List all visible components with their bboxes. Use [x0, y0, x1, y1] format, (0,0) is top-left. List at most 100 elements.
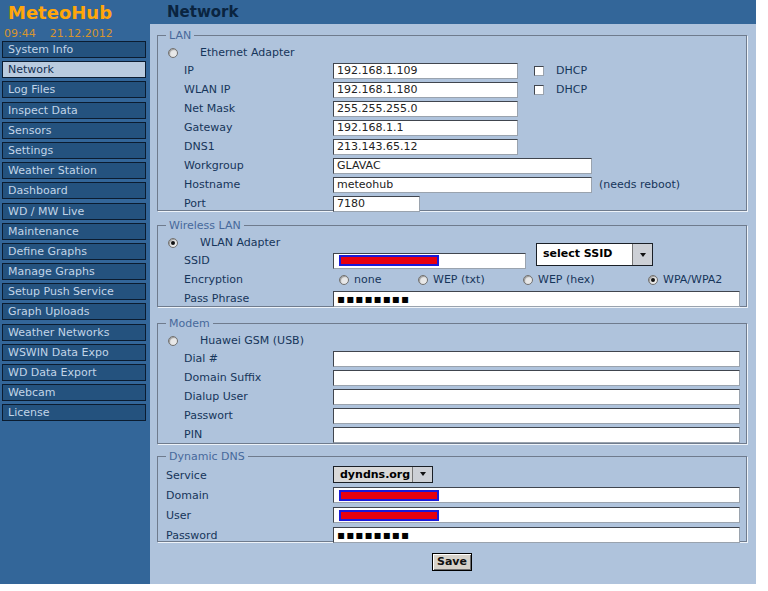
encryption-wep-hex-radio[interactable]	[523, 275, 533, 285]
hostname-note: (needs reboot)	[599, 178, 680, 191]
service-row: Service dyndns.org	[166, 465, 738, 485]
page-header: Network	[150, 0, 756, 24]
dns1-row: DNS1 213.143.65.12	[166, 137, 738, 156]
workgroup-input[interactable]: GLAVAC	[333, 158, 592, 174]
encryption-option-wep-txt[interactable]: WEP (txt)	[418, 273, 523, 286]
encryption-row: Encryption none WEP (txt) WEP (hex)	[166, 270, 738, 289]
dial-row: Dial #	[166, 349, 738, 368]
ssid-row: SSID select SSID	[166, 251, 738, 270]
ip-dhcp-label: DHCP	[556, 64, 587, 77]
encryption-options: none WEP (txt) WEP (hex) WPA/WPA2	[333, 273, 722, 286]
dyn-user-label: User	[166, 509, 333, 522]
sidebar-item-webcam[interactable]: Webcam	[2, 384, 146, 401]
dialup-user-input[interactable]	[333, 389, 740, 405]
ssid-select-button[interactable]	[632, 244, 652, 265]
netmask-input[interactable]: 255.255.255.0	[333, 101, 518, 117]
dyn-password-input[interactable]: ▪▪▪▪▪▪▪▪	[333, 527, 740, 543]
sidebar-item-network[interactable]: Network	[2, 61, 146, 78]
encryption-label: Encryption	[184, 273, 333, 286]
modem-adapter-row: Huawei GSM (USB)	[166, 332, 738, 349]
ethernet-adapter-radio[interactable]	[168, 48, 178, 58]
gateway-input[interactable]: 192.168.1.1	[333, 120, 518, 136]
ip-input[interactable]: 192.168.1.109	[333, 63, 518, 79]
port-row: Port 7180	[166, 194, 738, 213]
dns1-input[interactable]: 213.143.65.12	[333, 139, 518, 155]
dialup-user-row: Dialup User	[166, 387, 738, 406]
dyn-domain-input[interactable]	[333, 487, 740, 503]
sidebar-item-settings[interactable]: Settings	[2, 142, 146, 159]
domain-suffix-input[interactable]	[333, 370, 740, 386]
encryption-wep-txt-radio[interactable]	[418, 275, 428, 285]
port-input[interactable]: 7180	[333, 196, 420, 212]
sidebar-item-maintenance[interactable]: Maintenance	[2, 223, 146, 240]
dial-label: Dial #	[184, 352, 333, 365]
sidebar-item-sensors[interactable]: Sensors	[2, 122, 146, 139]
ip-dhcp-checkbox[interactable]	[534, 66, 544, 76]
dyn-password-label: Password	[166, 529, 333, 542]
wireless-lan-group: Wireless LAN WLAN Adapter SSID select SS…	[157, 225, 747, 307]
encryption-option-wpa[interactable]: WPA/WPA2	[648, 273, 722, 286]
sidebar-menu: System Info Network Log Files Inspect Data S…	[0, 41, 150, 421]
dyn-user-input[interactable]	[333, 507, 740, 523]
netmask-label: Net Mask	[184, 102, 333, 115]
sidebar-item-wd-mw-live[interactable]: WD / MW Live	[2, 203, 146, 220]
dyn-domain-highlighted-value	[339, 490, 439, 501]
chevron-down-icon	[420, 472, 426, 476]
dialup-user-label: Dialup User	[184, 390, 333, 403]
dial-input[interactable]	[333, 351, 740, 367]
dyn-user-row: User	[166, 505, 738, 525]
sidebar-item-weather-networks[interactable]: Weather Networks	[2, 324, 146, 341]
sidebar-item-dashboard[interactable]: Dashboard	[2, 182, 146, 199]
clock-date: 21.12.2012	[50, 27, 113, 40]
sidebar-item-system-info[interactable]: System Info	[2, 41, 146, 58]
encryption-none-label: none	[354, 273, 381, 286]
sidebar-item-setup-push-service[interactable]: Setup Push Service	[2, 283, 146, 300]
wlan-ip-dhcp-checkbox[interactable]	[534, 85, 544, 95]
sidebar-item-wd-data-export[interactable]: WD Data Export	[2, 364, 146, 381]
dns1-label: DNS1	[184, 140, 333, 153]
wlan-adapter-label: WLAN Adapter	[200, 236, 280, 249]
dyn-password-mask: ▪▪▪▪▪▪▪▪	[337, 529, 410, 541]
save-button[interactable]: Save	[432, 553, 472, 571]
passphrase-label: Pass Phrase	[184, 292, 333, 305]
sidebar: MeteoHub 09:44 21.12.2012 System InfoNet…	[0, 0, 150, 584]
hostname-input[interactable]: meteohub	[333, 177, 592, 193]
encryption-wep-hex-label: WEP (hex)	[538, 273, 595, 286]
service-select[interactable]: dyndns.org	[333, 466, 433, 483]
encryption-wpa-radio[interactable]	[648, 275, 658, 285]
ssid-input[interactable]	[333, 253, 526, 269]
workgroup-row: Workgroup GLAVAC	[166, 156, 738, 175]
ethernet-adapter-row: Ethernet Adapter	[166, 44, 738, 61]
netmask-row: Net Mask 255.255.255.0	[166, 99, 738, 118]
passwort-row: Passwort	[166, 406, 738, 425]
sidebar-item-wswin-data-expo[interactable]: WSWIN Data Expo	[2, 344, 146, 361]
sidebar-item-weather-station[interactable]: Weather Station	[2, 162, 146, 179]
passphrase-input[interactable]: ▪▪▪▪▪▪▪▪	[333, 291, 740, 307]
sidebar-item-license[interactable]: License	[2, 404, 146, 421]
passphrase-mask: ▪▪▪▪▪▪▪▪	[337, 293, 410, 305]
hostname-row: Hostname meteohub (needs reboot)	[166, 175, 738, 194]
sidebar-item-graph-uploads[interactable]: Graph Uploads	[2, 303, 146, 320]
dyn-password-row: Password ▪▪▪▪▪▪▪▪	[166, 525, 738, 545]
sidebar-item-inspect-data[interactable]: Inspect Data	[2, 102, 146, 119]
service-select-button[interactable]	[412, 467, 432, 482]
encryption-option-none[interactable]: none	[339, 273, 418, 286]
sidebar-item-define-graphs[interactable]: Define Graphs	[2, 243, 146, 260]
ssid-select-value: select SSID	[537, 244, 632, 265]
encryption-none-radio[interactable]	[339, 275, 349, 285]
app-logo: MeteoHub	[0, 0, 150, 23]
domain-suffix-label: Domain Suffix	[184, 371, 333, 384]
domain-suffix-row: Domain Suffix	[166, 368, 738, 387]
passwort-input[interactable]	[333, 408, 740, 424]
sidebar-item-manage-graphs[interactable]: Manage Graphs	[2, 263, 146, 280]
service-select-value: dyndns.org	[334, 467, 412, 482]
pin-input[interactable]	[333, 427, 740, 443]
modem-adapter-radio[interactable]	[168, 336, 178, 346]
wlan-ip-input[interactable]: 192.168.1.180	[333, 82, 518, 98]
page-layout: MeteoHub 09:44 21.12.2012 System InfoNet…	[0, 0, 756, 584]
network-form: LAN Ethernet Adapter IP 192.168.1.109 DH…	[150, 24, 756, 571]
ssid-select[interactable]: select SSID	[536, 243, 653, 266]
sidebar-item-log-files[interactable]: Log Files	[2, 81, 146, 98]
wlan-adapter-radio[interactable]	[168, 238, 178, 248]
encryption-option-wep-hex[interactable]: WEP (hex)	[523, 273, 648, 286]
